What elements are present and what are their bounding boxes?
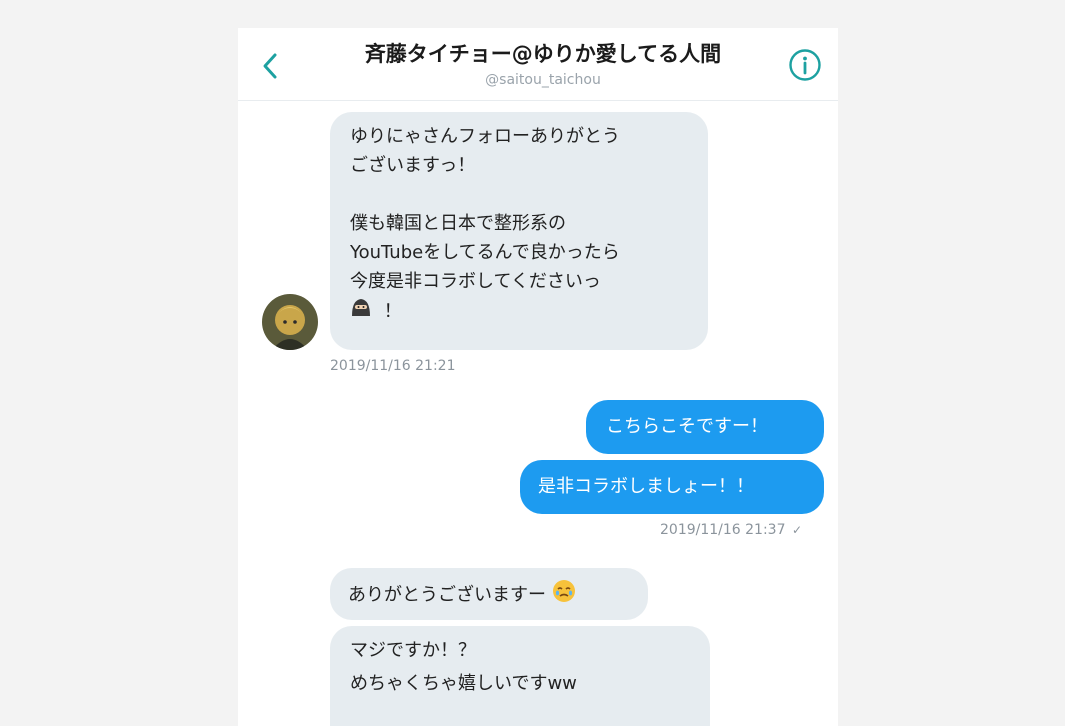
message-bubble-incoming[interactable]: マジですか！？ めちゃくちゃ嬉しいですww (330, 626, 710, 726)
conversation-header: 斉藤タイチョー@ゆりか愛してる人間 @saitou_taichou (238, 28, 838, 101)
message-line: YouTubeをしてるんで良かったら (350, 242, 620, 263)
message-bubble-incoming[interactable]: ありがとうございますー (330, 568, 648, 620)
message-bubble-outgoing[interactable]: こちらこそですー！ (586, 400, 824, 454)
info-icon (789, 49, 821, 81)
message-line (350, 180, 688, 209)
message-line: 今度是非コラボしてくださいっ (350, 271, 601, 292)
message-timestamp: 2019/11/16 21:21 (330, 358, 456, 374)
message-line: 僕も韓国と日本で整形系の (350, 213, 566, 234)
back-button[interactable] (258, 48, 282, 84)
message-line: マジですか！？ (350, 640, 476, 661)
message-text: こちらこそですー！ (606, 416, 768, 437)
message-line: めちゃくちゃ嬉しいですww (350, 673, 577, 694)
conversation-title[interactable]: 斉藤タイチョー@ゆりか愛してる人間 (298, 38, 788, 68)
message-timestamp: 2019/11/16 21:37 ✓ (660, 522, 803, 538)
message-line: ございますっ！ (350, 155, 476, 176)
message-text: ありがとうございますー (348, 584, 546, 606)
message-text: 是非コラボしましょー！！ (538, 476, 754, 497)
message-bubble-outgoing[interactable]: 是非コラボしましょー！！ (520, 460, 824, 514)
conversation-handle: @saitou_taichou (485, 72, 601, 88)
chevron-left-icon (263, 53, 277, 79)
read-checkmark-icon: ✓ (791, 523, 803, 537)
ninja-emoji-icon (350, 296, 372, 327)
message-bubble-incoming[interactable]: ゆりにゃさんフォローありがとう ございますっ！ 僕も韓国と日本で整形系の You… (330, 112, 708, 350)
tearful-face-emoji-icon (552, 579, 576, 612)
message-line: ゆりにゃさんフォローありがとう (350, 126, 620, 147)
info-button[interactable] (788, 48, 822, 82)
dm-conversation-screen: 斉藤タイチョー@ゆりか愛してる人間 @saitou_taichou ゆりにゃさん… (238, 28, 838, 726)
avatar[interactable] (262, 294, 318, 350)
message-text-suffix: ！ (383, 300, 402, 322)
